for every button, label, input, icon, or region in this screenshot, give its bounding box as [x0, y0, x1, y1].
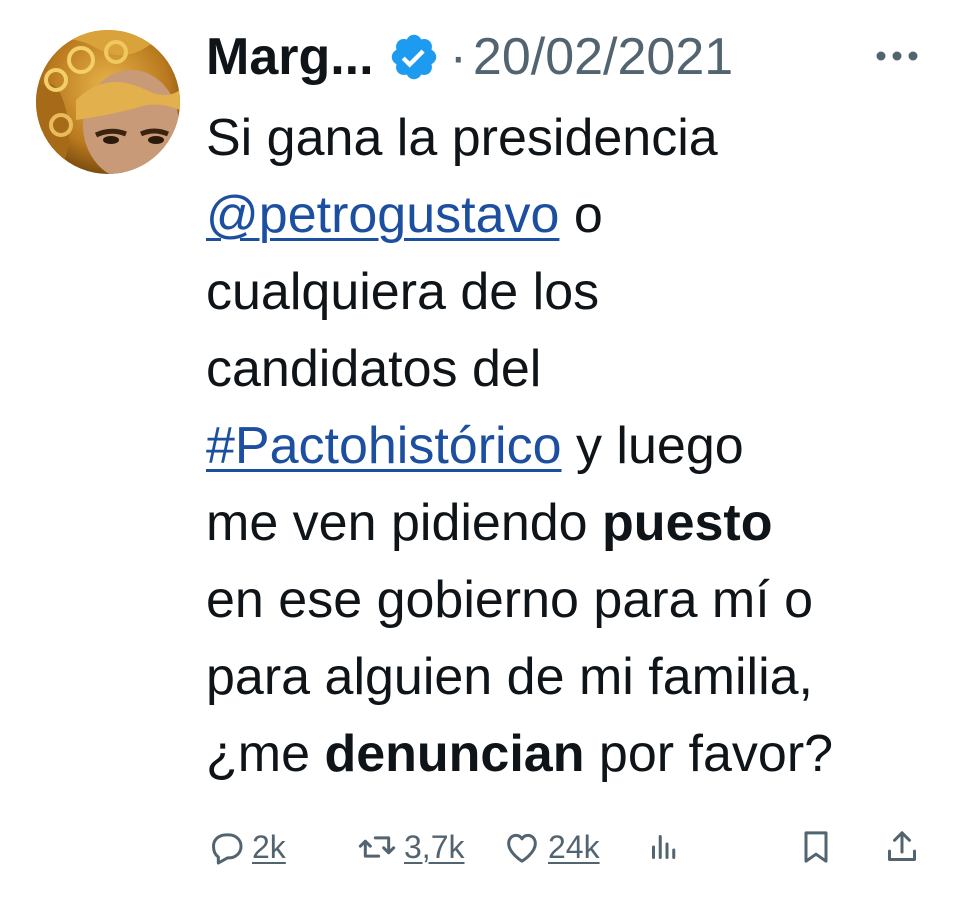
share-icon [882, 827, 922, 867]
reply-count: 2k [252, 828, 286, 865]
tweet-line: #Pactohistórico y luego [206, 408, 946, 485]
tweet-text-segment: me ven pidiendo [206, 494, 603, 552]
tweet-text-segment: Si gana la presidencia [206, 109, 718, 167]
author-name[interactable]: Marg... [206, 27, 374, 87]
bookmark-button[interactable] [796, 822, 836, 872]
avatar[interactable] [36, 30, 180, 174]
verified-badge-icon [388, 31, 440, 83]
retweet-icon [356, 827, 398, 867]
tweet-text-segment: candidatos del [206, 340, 542, 398]
like-button[interactable]: 24k [502, 822, 600, 872]
action-bar: 2k 3,7k 24k [206, 822, 922, 872]
like-count: 24k [548, 828, 600, 865]
tweet-line: en ese gobierno para mí o [206, 562, 946, 639]
tweet-line: para alguien de mi familia, [206, 639, 946, 716]
retweet-count: 3,7k [404, 828, 465, 865]
tweet-date[interactable]: 20/02/2021 [473, 27, 733, 87]
tweet-text: Si gana la presidencia @petrogustavo o c… [206, 100, 946, 793]
tweet-text-segment: por favor? [584, 725, 834, 783]
views-button[interactable] [646, 822, 682, 872]
tweet-line: cualquiera de los [206, 254, 946, 331]
tweet-text-segment: ¿me [206, 725, 325, 783]
mention-link[interactable]: @petrogustavo [206, 186, 559, 244]
tweet-text-segment: en ese gobierno para mí o [206, 571, 814, 629]
tweet-text-segment: cualquiera de los [206, 263, 600, 321]
bold-text: denuncian [324, 725, 585, 783]
tweet-line: me ven pidiendo puesto [206, 485, 946, 562]
retweet-button[interactable]: 3,7k [356, 822, 464, 872]
tweet-line: Si gana la presidencia [206, 100, 946, 177]
reply-icon [206, 827, 246, 867]
reply-button[interactable]: 2k [206, 822, 286, 872]
hashtag-link[interactable]: #Pactohistórico [206, 417, 562, 475]
tweet-text-segment: para alguien de mi familia, [206, 648, 813, 706]
tweet-text-segment: y luego [561, 417, 744, 475]
views-icon [646, 827, 682, 867]
tweet-line: candidatos del [206, 331, 946, 408]
tweet-line: @petrogustavo o [206, 177, 946, 254]
tweet-text-segment: o [559, 186, 603, 244]
bold-text: puesto [602, 494, 773, 552]
share-button[interactable] [882, 822, 922, 872]
bookmark-icon [796, 827, 836, 867]
avatar-photo [36, 30, 180, 174]
tweet-line: ¿me denuncian por favor? [206, 716, 946, 793]
like-icon [502, 827, 542, 867]
tweet-header: Marg... · 20/02/2021 [206, 22, 733, 92]
separator-dot: · [449, 28, 467, 86]
more-options-icon[interactable] [872, 36, 922, 76]
